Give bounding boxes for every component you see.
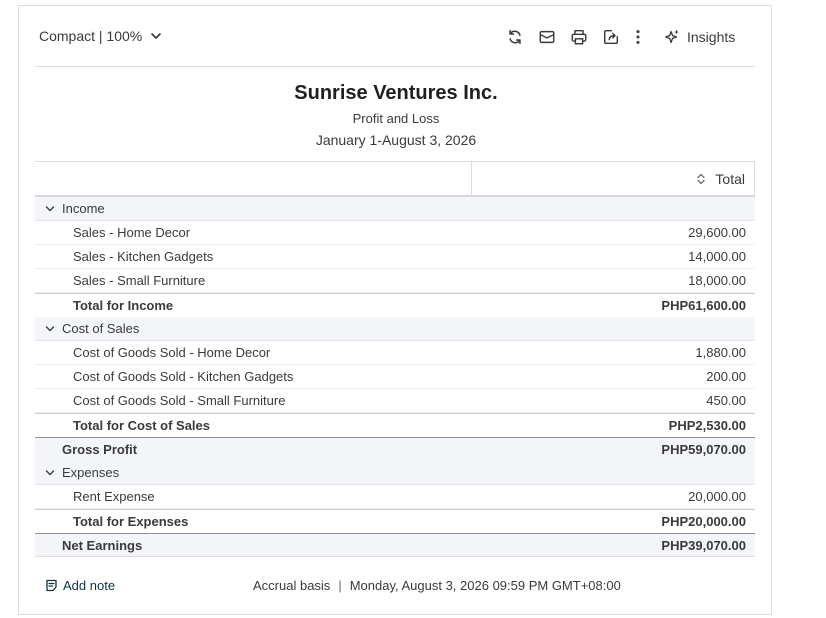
gross-profit-amount[interactable]: PHP59,070.00 <box>661 442 746 457</box>
section-label: Cost of Sales <box>62 321 140 336</box>
print-icon <box>571 29 587 45</box>
account-amount[interactable]: 29,600.00 <box>688 225 746 240</box>
total-amount[interactable]: PHP2,530.00 <box>669 418 746 433</box>
section-label: Income <box>62 201 105 216</box>
view-density-dropdown[interactable]: Compact | 100% <box>39 26 162 46</box>
net-earnings-amount[interactable]: PHP39,070.00 <box>661 538 746 553</box>
meta-separator: | <box>338 578 342 593</box>
account-amount[interactable]: 14,000.00 <box>688 249 746 264</box>
accounting-basis: Accrual basis <box>253 578 331 593</box>
sort-icon <box>697 173 706 185</box>
profit-loss-table: Total Income Sales - Home Decor 29,600.0… <box>35 161 755 557</box>
report-header: Sunrise Ventures Inc. Profit and Loss Ja… <box>19 80 773 149</box>
print-button[interactable] <box>569 27 589 47</box>
section-row-cost-of-sales[interactable]: Cost of Sales <box>35 317 755 341</box>
total-column-header[interactable]: Total <box>696 162 745 196</box>
total-amount[interactable]: PHP61,600.00 <box>661 298 746 313</box>
total-column-label: Total <box>715 171 745 187</box>
table-row: Sales - Small Furniture 18,000.00 <box>35 269 755 293</box>
table-row: Sales - Home Decor 29,600.00 <box>35 221 755 245</box>
note-icon <box>46 579 57 592</box>
report-footer: Add note Accrual basis | Monday, August … <box>45 578 745 596</box>
add-note-label: Add note <box>63 578 116 593</box>
report-card: Compact | 100% Insights Sunrise Ventures… <box>18 5 772 615</box>
column-divider <box>754 162 755 196</box>
total-label: Total for Income <box>73 298 174 313</box>
account-amount[interactable]: 450.00 <box>706 393 746 408</box>
refresh-button[interactable] <box>505 27 525 47</box>
account-amount[interactable]: 18,000.00 <box>688 273 746 288</box>
email-icon <box>539 30 555 44</box>
total-amount[interactable]: PHP20,000.00 <box>661 514 746 529</box>
total-row-income: Total for Income PHP61,600.00 <box>35 293 755 317</box>
more-options-button[interactable] <box>633 27 643 47</box>
account-label: Cost of Goods Sold - Small Furniture <box>73 393 286 408</box>
report-meta: Accrual basis | Monday, August 3, 2026 0… <box>253 578 621 593</box>
more-vertical-icon <box>636 30 640 44</box>
account-label: Sales - Home Decor <box>73 225 191 240</box>
net-earnings-row: Net Earnings PHP39,070.00 <box>35 533 755 557</box>
insights-label: Insights <box>687 29 736 45</box>
toolbar-divider <box>35 66 755 67</box>
toolbar-actions: Insights <box>505 27 735 47</box>
chevron-down-icon[interactable] <box>45 204 55 214</box>
gross-profit-label: Gross Profit <box>62 442 138 457</box>
report-date-range: January 1-August 3, 2026 <box>315 132 477 148</box>
chevron-down-icon <box>151 33 162 39</box>
account-label: Cost of Goods Sold - Home Decor <box>73 345 271 360</box>
total-row-cost-of-sales: Total for Cost of Sales PHP2,530.00 <box>35 413 755 437</box>
report-name: Profit and Loss <box>352 111 440 126</box>
table-row: Sales - Kitchen Gadgets 14,000.00 <box>35 245 755 269</box>
view-density-label: Compact | 100% <box>39 28 143 44</box>
total-row-expenses: Total for Expenses PHP20,000.00 <box>35 509 755 533</box>
account-label: Rent Expense <box>73 489 155 504</box>
table-row: Cost of Goods Sold - Small Furniture 450… <box>35 389 755 413</box>
net-earnings-label: Net Earnings <box>62 537 143 553</box>
table-row: Cost of Goods Sold - Kitchen Gadgets 200… <box>35 365 755 389</box>
chevron-down-icon[interactable] <box>45 324 55 334</box>
account-amount[interactable]: 200.00 <box>706 369 746 384</box>
gross-profit-row: Gross Profit PHP59,070.00 <box>35 437 755 461</box>
export-icon <box>603 29 619 45</box>
account-amount[interactable]: 20,000.00 <box>688 489 746 504</box>
report-toolbar: Compact | 100% Insights <box>19 6 771 66</box>
report-timestamp: Monday, August 3, 2026 09:59 PM GMT+08:0… <box>349 578 621 593</box>
section-row-income[interactable]: Income <box>35 197 755 221</box>
company-name: Sunrise Ventures Inc. <box>294 82 498 104</box>
chevron-down-icon[interactable] <box>45 468 55 478</box>
sparkle-icon <box>665 29 679 44</box>
refresh-icon <box>509 29 521 45</box>
section-label: Expenses <box>62 465 120 480</box>
total-label: Total for Cost of Sales <box>73 418 210 433</box>
email-button[interactable] <box>537 27 557 47</box>
add-note-button[interactable]: Add note <box>45 578 115 593</box>
total-label: Total for Expenses <box>73 514 189 529</box>
export-button[interactable] <box>601 27 621 47</box>
table-row: Cost of Goods Sold - Home Decor 1,880.00 <box>35 341 755 365</box>
insights-button[interactable]: Insights <box>663 28 735 46</box>
account-label: Sales - Kitchen Gadgets <box>73 249 214 264</box>
table-header: Total <box>35 161 755 197</box>
account-label: Sales - Small Furniture <box>73 273 206 288</box>
section-row-expenses[interactable]: Expenses <box>35 461 755 485</box>
column-divider <box>471 162 472 196</box>
account-label: Cost of Goods Sold - Kitchen Gadgets <box>73 369 294 384</box>
account-amount[interactable]: 1,880.00 <box>695 345 746 360</box>
table-row: Rent Expense 20,000.00 <box>35 485 755 509</box>
